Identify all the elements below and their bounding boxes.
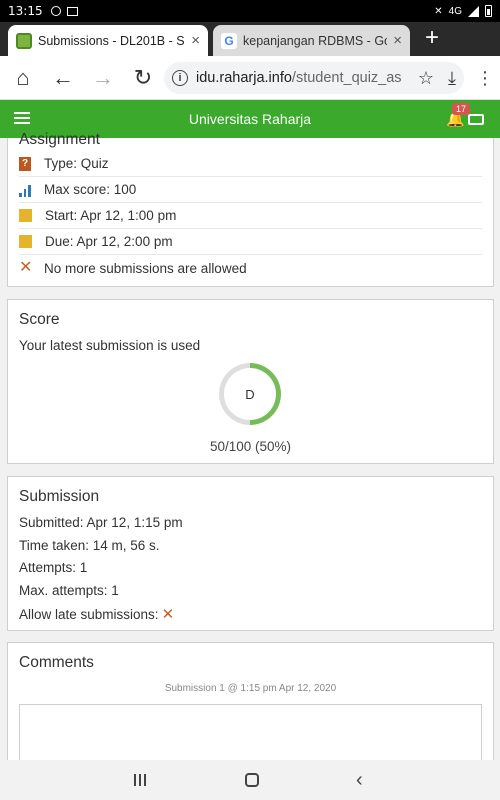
late-submissions-row: Allow late submissions: ✕ bbox=[19, 605, 174, 623]
system-nav-bar: ‹ bbox=[0, 760, 500, 800]
google-favicon-icon: G bbox=[221, 32, 237, 49]
assignment-max-score: Max score: 100 bbox=[44, 182, 137, 197]
mute-icon: ✕ bbox=[434, 5, 443, 17]
tab-google-search[interactable]: G kepanjangan RDBMS - Googl × bbox=[213, 25, 410, 56]
assignment-start: Start: Apr 12, 1:00 pm bbox=[45, 208, 177, 223]
cross-icon: ✕ bbox=[19, 259, 33, 276]
home-button-icon[interactable] bbox=[245, 773, 259, 787]
chrome-notification-icon bbox=[50, 6, 61, 16]
score-card: Score Your latest submission is used D 5… bbox=[7, 299, 494, 464]
messages-envelope-icon[interactable] bbox=[468, 114, 484, 125]
assignment-due: Due: Apr 12, 2:00 pm bbox=[45, 234, 173, 249]
address-bar[interactable]: i idu.raharja.info/student_quiz_as ☆ ⤓ bbox=[164, 62, 464, 94]
assignment-start-row: Start: Apr 12, 1:00 pm bbox=[19, 203, 482, 229]
assignment-card: Assignment ? Type: Quiz Max score: 100 S… bbox=[7, 131, 494, 287]
tab-title: kepanjangan RDBMS - Googl bbox=[243, 33, 387, 48]
assignment-type-row: ? Type: Quiz bbox=[19, 151, 482, 177]
assignment-max-score-row: Max score: 100 bbox=[19, 177, 482, 203]
assignment-due-row: Due: Apr 12, 2:00 pm bbox=[19, 229, 482, 255]
max-attempts: Max. attempts: 1 bbox=[19, 583, 119, 598]
assignment-submission-limit-row: ✕ No more submissions are allowed bbox=[19, 255, 482, 281]
bookmark-star-icon[interactable]: ☆ bbox=[418, 68, 434, 89]
score-note: Your latest submission is used bbox=[19, 338, 201, 353]
university-favicon-icon bbox=[16, 32, 32, 49]
assignment-submission-limit: No more submissions are allowed bbox=[44, 260, 247, 276]
more-menu-icon[interactable]: ⋮ bbox=[476, 68, 494, 89]
submitted-time: Submitted: Apr 12, 1:15 pm bbox=[19, 515, 183, 530]
submission-card: Submission Submitted: Apr 12, 1:15 pm Ti… bbox=[7, 476, 494, 631]
submission-heading: Submission bbox=[19, 488, 100, 505]
comment-meta: Submission 1 @ 1:15 pm Apr 12, 2020 bbox=[164, 683, 337, 694]
score-heading: Score bbox=[19, 311, 60, 328]
mail-notification-icon bbox=[66, 6, 78, 16]
time-taken: Time taken: 14 m, 56 s. bbox=[19, 538, 160, 553]
signal-icon bbox=[468, 5, 479, 17]
new-tab-icon[interactable]: + bbox=[425, 26, 439, 50]
score-donut-chart: D bbox=[219, 363, 281, 425]
assignment-type: Type: Quiz bbox=[44, 156, 109, 171]
tab-close-icon[interactable]: × bbox=[393, 32, 402, 49]
quiz-icon: ? bbox=[19, 156, 31, 171]
attempts: Attempts: 1 bbox=[19, 560, 88, 575]
late-submissions-label: Allow late submissions: bbox=[19, 607, 159, 622]
reload-icon[interactable]: ↻ bbox=[128, 63, 158, 93]
calendar-icon bbox=[19, 235, 32, 248]
url-text[interactable]: idu.raharja.info/student_quiz_as bbox=[196, 70, 410, 86]
network-type: 4G bbox=[448, 5, 462, 17]
site-info-icon[interactable]: i bbox=[172, 70, 188, 86]
forward-arrow-icon[interactable]: → bbox=[88, 63, 118, 93]
tab-submissions[interactable]: Submissions - DL201B - Sist × bbox=[8, 25, 208, 56]
app-title: Universitas Raharja bbox=[188, 111, 312, 127]
home-icon[interactable]: ⌂ bbox=[8, 63, 38, 93]
battery-icon bbox=[485, 5, 492, 17]
bar-chart-icon bbox=[19, 183, 32, 197]
comments-heading: Comments bbox=[19, 654, 94, 671]
back-arrow-icon[interactable]: ← bbox=[48, 63, 78, 93]
notification-count-badge: 17 bbox=[452, 103, 471, 115]
cross-icon: ✕ bbox=[161, 606, 175, 623]
recent-apps-icon[interactable] bbox=[134, 774, 146, 786]
score-grade: D bbox=[245, 386, 255, 402]
download-icon[interactable]: ⤓ bbox=[448, 68, 456, 89]
back-chevron-icon[interactable]: ‹ bbox=[356, 769, 363, 792]
tab-close-icon[interactable]: × bbox=[191, 32, 200, 49]
assignment-heading: Assignment bbox=[19, 131, 100, 148]
browser-toolbar: ⌂ ← → ↻ i idu.raharja.info/student_quiz_… bbox=[0, 56, 500, 100]
tab-title: Submissions - DL201B - Sist bbox=[38, 33, 186, 48]
status-time: 13:15 bbox=[8, 4, 43, 18]
status-bar: 13:15 ✕ 4G bbox=[0, 0, 500, 22]
calendar-icon bbox=[19, 209, 32, 222]
score-points: 50/100 (50%) bbox=[209, 439, 292, 454]
